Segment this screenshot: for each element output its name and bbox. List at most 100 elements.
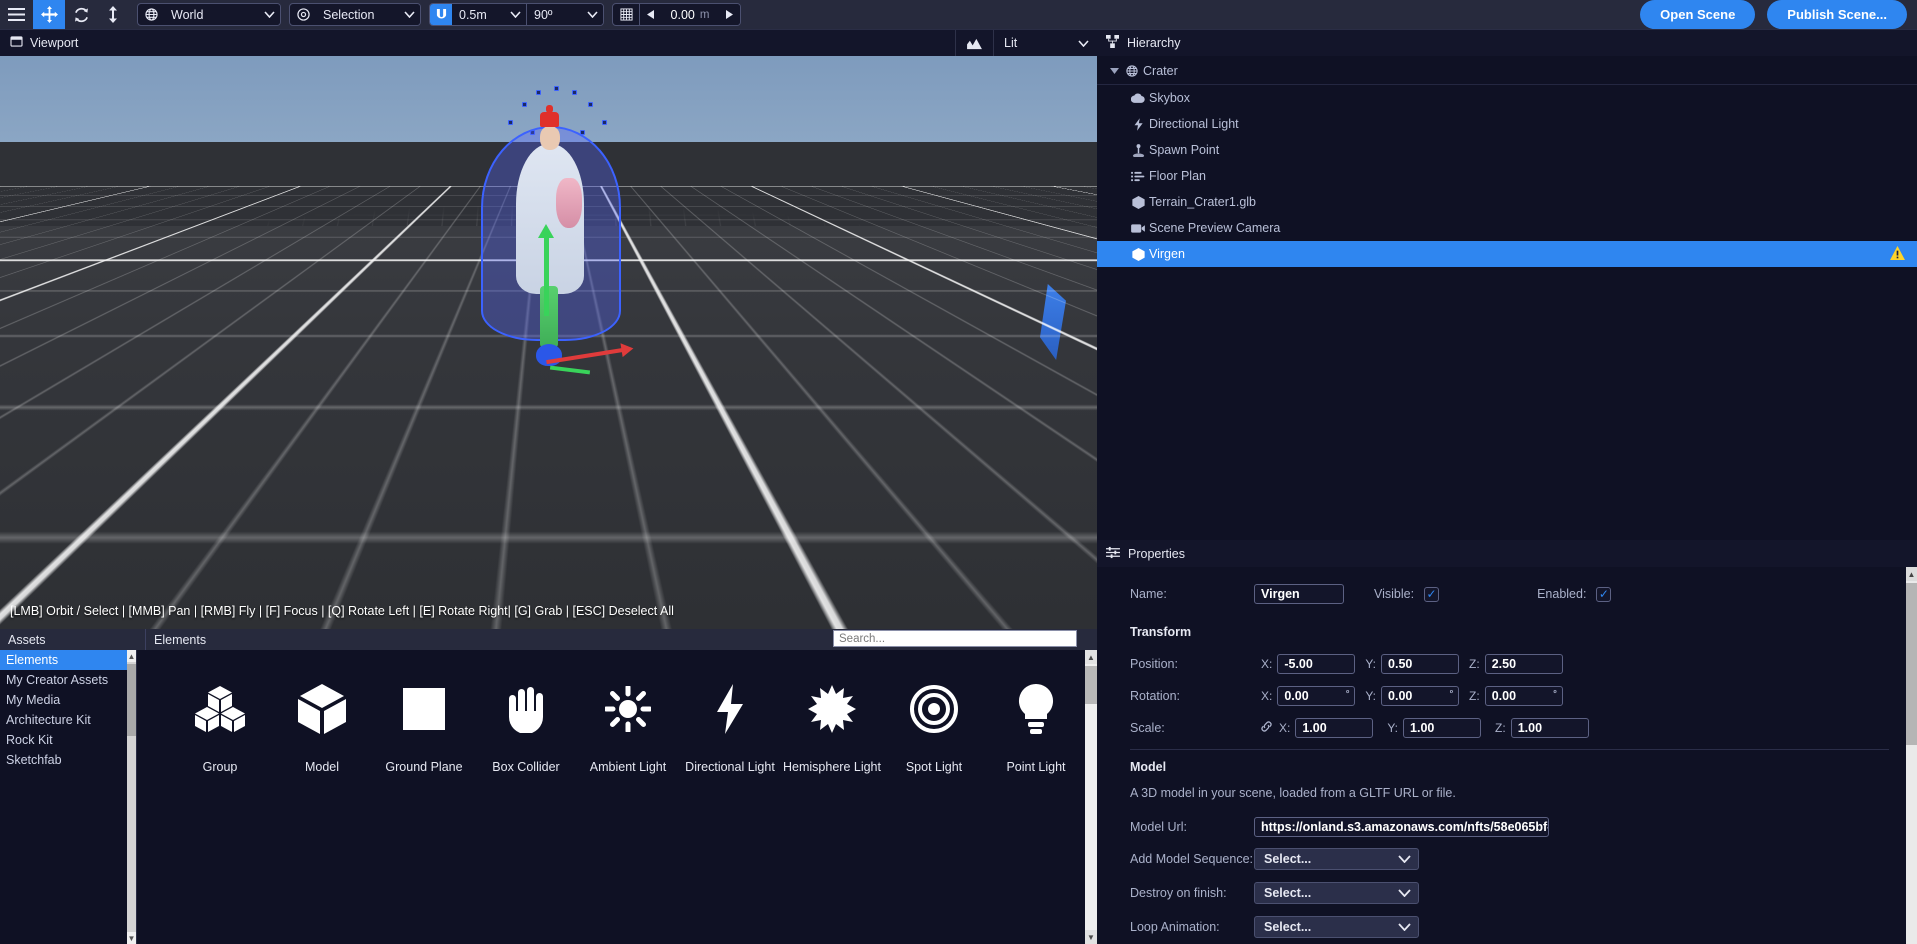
loop-animation-select[interactable]: Select... — [1254, 916, 1419, 938]
destroy-on-finish-select[interactable]: Select... — [1254, 882, 1419, 904]
group-cubes-icon — [195, 676, 245, 742]
scroll-down-arrow[interactable]: ▼ — [1085, 930, 1097, 944]
spawn-icon — [1127, 143, 1149, 157]
scroll-up-arrow[interactable]: ▲ — [1085, 650, 1097, 664]
asset-category-my-creator-assets[interactable]: My Creator Assets — [0, 670, 136, 690]
scroll-thumb[interactable] — [1085, 666, 1097, 704]
scroll-thumb[interactable] — [127, 664, 136, 736]
hierarchy-item-directional-light[interactable]: Directional Light — [1097, 111, 1917, 137]
assets-title: Assets — [8, 632, 46, 647]
open-scene-button[interactable]: Open Scene — [1640, 0, 1756, 29]
scale-x-input[interactable]: 1.00 — [1295, 718, 1374, 738]
chevron-down-icon — [1398, 852, 1411, 866]
asset-category-label: Architecture Kit — [6, 713, 91, 727]
sliders-icon — [1106, 546, 1120, 562]
position-y-input[interactable]: 0.50 — [1381, 654, 1460, 674]
hierarchy-item-terrain[interactable]: Terrain_Crater1.glb — [1097, 189, 1917, 215]
hand-icon — [505, 676, 547, 742]
assets-list-scrollbar[interactable]: ▲ ▼ — [127, 650, 136, 944]
scroll-up-arrow[interactable]: ▲ — [1906, 567, 1917, 581]
grid-decrement-button[interactable] — [640, 4, 662, 25]
chevron-down-icon[interactable] — [1107, 68, 1121, 74]
square-icon — [403, 676, 445, 742]
name-input[interactable]: Virgen — [1254, 584, 1344, 604]
element-hemisphere-light[interactable]: Hemisphere Light — [781, 676, 883, 774]
element-ambient-light[interactable]: Ambient Light — [577, 676, 679, 774]
properties-scrollbar[interactable]: ▲ ▼ — [1906, 567, 1917, 944]
pivot-select[interactable]: Selection — [316, 4, 420, 25]
elements-scrollbar[interactable]: ▲ ▼ — [1085, 650, 1097, 944]
element-label: Box Collider — [492, 760, 560, 774]
hierarchy-item-virgen[interactable]: Virgen — [1097, 241, 1917, 267]
coordinate-space-select[interactable]: World — [164, 4, 280, 25]
rotation-row: Rotation: X: 0.00 º Y: 0.00 º Z: 0.00 º — [1130, 683, 1917, 709]
transform-section-title: Transform — [1130, 625, 1192, 639]
warning-icon[interactable] — [1890, 245, 1905, 263]
chart-icon[interactable] — [955, 29, 993, 57]
scale-label: Scale: — [1130, 721, 1165, 735]
element-point-light[interactable]: Point Light — [985, 676, 1087, 774]
grid-height-value[interactable]: 0.00 m — [662, 4, 718, 25]
asset-category-sketchfab[interactable]: Sketchfab — [0, 750, 136, 770]
globe-icon — [1121, 65, 1143, 77]
grid-increment-button[interactable] — [718, 4, 740, 25]
rotate-tool-button[interactable] — [65, 0, 97, 29]
section-divider — [1130, 749, 1889, 750]
snap-angle-select[interactable]: 90º — [527, 4, 603, 25]
asset-category-label: Rock Kit — [6, 733, 53, 747]
rotation-x-input[interactable]: 0.00 º — [1277, 686, 1356, 706]
position-z-input[interactable]: 2.50 — [1484, 654, 1563, 674]
element-spot-light[interactable]: Spot Light — [883, 676, 985, 774]
shading-mode-select[interactable]: Lit — [993, 29, 1097, 57]
link-icon[interactable] — [1260, 720, 1273, 736]
axis-y-label: Y: — [1365, 689, 1377, 703]
element-model[interactable]: Model — [271, 676, 373, 774]
hierarchy-item-spawn-point[interactable]: Spawn Point — [1097, 137, 1917, 163]
gizmo-axis-z[interactable] — [549, 365, 591, 375]
model-url-row: Model Url: https://onland.s3.amazonaws.c… — [1130, 814, 1917, 840]
add-model-sequence-select[interactable]: Select... — [1254, 848, 1419, 870]
hierarchy-item-skybox[interactable]: Skybox — [1097, 85, 1917, 111]
scroll-down-arrow[interactable]: ▼ — [127, 932, 136, 944]
coordinate-space-group[interactable]: World — [137, 3, 281, 26]
scale-z-input[interactable]: 1.00 — [1510, 718, 1589, 738]
asset-category-elements[interactable]: Elements — [0, 650, 136, 670]
selected-model-gizmo[interactable] — [478, 86, 624, 386]
hierarchy-root-crater[interactable]: Crater — [1097, 58, 1917, 84]
scroll-thumb[interactable] — [1906, 583, 1917, 745]
asset-category-my-media[interactable]: My Media — [0, 690, 136, 710]
asset-category-architecture-kit[interactable]: Architecture Kit — [0, 710, 136, 730]
position-x-input[interactable]: -5.00 — [1277, 654, 1356, 674]
model-url-input[interactable]: https://onland.s3.amazonaws.com/nfts/58e… — [1254, 817, 1549, 837]
move-tool-button[interactable] — [33, 0, 65, 29]
right-sidebar: Hierarchy Crater Skybox Directional Ligh… — [1097, 29, 1917, 944]
scale-tool-button[interactable] — [97, 0, 129, 29]
visible-checkbox[interactable]: ✓ — [1424, 586, 1440, 602]
element-label: Ambient Light — [589, 760, 667, 774]
grid-height-group[interactable]: 0.00 m — [612, 3, 741, 26]
hierarchy-item-scene-preview-camera[interactable]: Scene Preview Camera — [1097, 215, 1917, 241]
scroll-up-arrow[interactable]: ▲ — [127, 650, 136, 662]
search-input[interactable]: Search... — [833, 630, 1077, 647]
rotation-z-input[interactable]: 0.00 º — [1484, 686, 1563, 706]
element-ground-plane[interactable]: Ground Plane — [373, 676, 475, 774]
scale-y-input[interactable]: 1.00 — [1403, 718, 1482, 738]
hamburger-icon[interactable] — [0, 0, 33, 29]
element-group[interactable]: Group — [169, 676, 271, 774]
hierarchy-item-label: Virgen — [1149, 247, 1185, 261]
pivot-value: Selection — [323, 7, 375, 22]
pivot-group[interactable]: Selection — [289, 3, 421, 26]
gizmo-axis-y[interactable] — [538, 224, 554, 316]
viewport-canvas[interactable]: [LMB] Orbit / Select | [MMB] Pan | [RMB]… — [0, 56, 1097, 629]
publish-scene-button[interactable]: Publish Scene... — [1767, 0, 1907, 29]
target-icon — [290, 4, 316, 25]
element-directional-light[interactable]: Directional Light — [679, 676, 781, 774]
snap-size-select[interactable]: 0.5m — [452, 4, 526, 25]
rotation-y-input[interactable]: 0.00 º — [1381, 686, 1460, 706]
model-detail — [556, 178, 582, 228]
hierarchy-item-floor-plan[interactable]: Floor Plan — [1097, 163, 1917, 189]
element-box-collider[interactable]: Box Collider — [475, 676, 577, 774]
enabled-checkbox[interactable]: ✓ — [1596, 586, 1612, 602]
snap-group[interactable]: 0.5m 90º — [429, 3, 604, 26]
asset-category-rock-kit[interactable]: Rock Kit — [0, 730, 136, 750]
